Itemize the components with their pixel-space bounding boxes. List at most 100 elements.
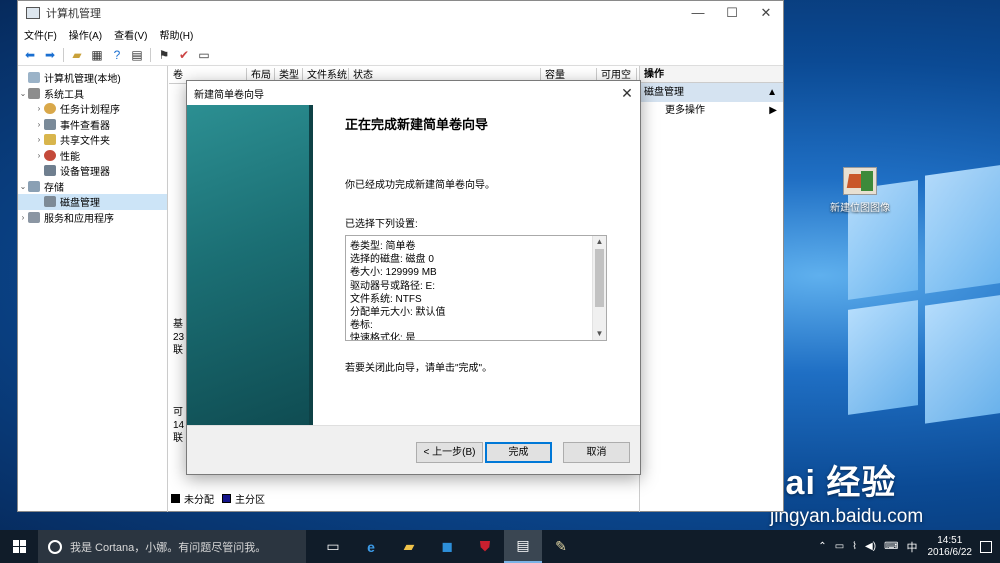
tree-item-system-tools[interactable]: ⌄ 系统工具 — [18, 86, 167, 102]
search-placeholder: 我是 Cortana，小娜。有问题尽管问我。 — [70, 541, 267, 554]
tree-item-services-apps[interactable]: › 服务和应用程序 — [18, 210, 167, 226]
chevron-right-icon[interactable]: › — [18, 213, 28, 222]
menu-help[interactable]: 帮助(H) — [159, 27, 193, 42]
tree-item-task-scheduler[interactable]: › 任务计划程序 — [18, 101, 167, 117]
window-titlebar[interactable]: 计算机管理 — ☐ ✕ — [18, 1, 783, 25]
desktop-icon-label: 新建位图图像 — [830, 203, 890, 214]
ime-indicator[interactable]: 中 — [907, 539, 918, 555]
tools-icon — [28, 87, 40, 99]
chevron-right-icon[interactable]: › — [34, 104, 44, 113]
cortana-search-box[interactable]: 我是 Cortana，小娜。有问题尽管问我。 — [38, 530, 306, 563]
primary-partition-swatch — [222, 494, 231, 503]
file-explorer-icon[interactable]: ▰ — [390, 530, 428, 563]
setting-filesystem: 文件系统: NTFS — [350, 293, 422, 305]
desktop-bitmap-icon[interactable]: 新建位图图像 — [828, 167, 892, 214]
computer-management-task-icon[interactable]: ▤ — [504, 530, 542, 563]
cortana-icon — [48, 539, 62, 554]
finish-button[interactable]: 完成 — [485, 442, 552, 463]
wizard-titlebar[interactable]: 新建简单卷向导 ✕ — [187, 81, 640, 105]
input-method-icon[interactable]: ⌨ — [884, 541, 898, 552]
tree-item-performance[interactable]: › 性能 — [18, 148, 167, 164]
collapse-up-icon[interactable]: ▲ — [767, 83, 777, 102]
help-icon[interactable]: ? — [110, 48, 124, 62]
tree-item-shared-folders[interactable]: › 共享文件夹 — [18, 132, 167, 148]
close-button[interactable]: ✕ — [749, 1, 783, 25]
computer-management-icon — [26, 7, 40, 19]
show-hidden-icons-icon[interactable]: ⌃ — [818, 541, 826, 552]
notification-center-icon[interactable] — [980, 540, 992, 553]
connect-icon[interactable]: ⚑ — [157, 48, 171, 62]
device-manager-icon — [44, 165, 56, 177]
settings-summary-box[interactable]: 卷类型: 简单卷 选择的磁盘: 磁盘 0 卷大小: 129999 MB 驱动器号… — [345, 235, 607, 341]
baidu-watermark: Bai 经验 jingyan.baidu.com — [760, 455, 1000, 528]
tree-item-storage[interactable]: ⌄ 存储 — [18, 179, 167, 195]
actions-more[interactable]: 更多操作 ▶ — [640, 102, 783, 120]
actions-section-disk-management[interactable]: 磁盘管理 ▲ — [640, 83, 783, 102]
chevron-down-icon[interactable]: ⌄ — [18, 89, 28, 98]
bitmap-image-icon — [843, 167, 877, 195]
tree-label: 存储 — [44, 182, 64, 194]
forward-arrow-icon[interactable]: ➡ — [43, 48, 57, 62]
show-hide-tree-icon[interactable]: ▦ — [90, 48, 104, 62]
battery-icon[interactable]: ▭ — [835, 541, 844, 552]
chevron-down-icon[interactable]: ⌄ — [18, 182, 28, 191]
tree-item-event-viewer[interactable]: › 事件查看器 — [18, 117, 167, 133]
toolbar: ⬅ ➡ ▰ ▦ ? ▤ ⚑ ✔ ▭ — [18, 44, 783, 66]
wizard-close-button[interactable]: ✕ — [614, 85, 640, 102]
chevron-right-icon[interactable]: › — [34, 120, 44, 129]
edge-icon[interactable]: e — [352, 530, 390, 563]
tree-label: 服务和应用程序 — [44, 213, 114, 225]
chevron-right-icon[interactable]: › — [34, 135, 44, 144]
store-icon[interactable]: ◼ — [428, 530, 466, 563]
volume-icon[interactable]: ◀) — [865, 541, 876, 552]
scroll-down-icon[interactable]: ▼ — [593, 328, 606, 340]
clock[interactable]: 14:51 2016/6/22 — [928, 535, 973, 559]
up-folder-icon[interactable]: ▰ — [70, 48, 84, 62]
setting-disk: 选择的磁盘: 磁盘 0 — [350, 254, 434, 266]
toolbar-separator — [150, 47, 151, 62]
paint-icon[interactable]: ✎ — [542, 530, 580, 563]
wizard-body: 正在完成新建简单卷向导 你已经成功完成新建简单卷向导。 已选择下列设置: 卷类型… — [345, 105, 615, 374]
task-view-icon[interactable]: ▭ — [314, 530, 352, 563]
watermark-url: jingyan.baidu.com — [770, 506, 924, 527]
tree-label: 计算机管理(本地) — [44, 74, 121, 86]
mcafee-icon[interactable]: ⛊ — [466, 530, 504, 563]
tree-item-device-manager[interactable]: 设备管理器 — [18, 163, 167, 179]
actions-pane: 操作 磁盘管理 ▲ 更多操作 ▶ — [639, 66, 783, 512]
chevron-right-icon[interactable]: › — [34, 151, 44, 160]
setting-drive-letter: 驱动器号或路径: E: — [350, 280, 436, 292]
setting-volume-type: 卷类型: 简单卷 — [350, 241, 416, 252]
back-arrow-icon[interactable]: ⬅ — [23, 48, 37, 62]
maximize-button[interactable]: ☐ — [715, 1, 749, 25]
view-icon[interactable]: ▭ — [197, 48, 211, 62]
start-button[interactable] — [0, 530, 38, 563]
minimize-button[interactable]: — — [681, 1, 715, 25]
window-title: 计算机管理 — [46, 8, 101, 20]
scroll-thumb[interactable] — [595, 249, 604, 307]
legend-primary: 主分区 — [235, 495, 265, 506]
toolbar-separator — [63, 47, 64, 62]
properties-icon[interactable]: ▤ — [130, 48, 144, 62]
network-icon[interactable]: ⌇ — [852, 541, 857, 552]
taskbar-apps: ▭ e ▰ ◼ ⛊ ▤ ✎ — [314, 530, 580, 563]
actions-section-label: 磁盘管理 — [644, 87, 684, 98]
tree-item-disk-management[interactable]: 磁盘管理 — [18, 194, 167, 210]
tree-item-root[interactable]: 计算机管理(本地) — [18, 70, 167, 86]
performance-icon — [44, 149, 56, 161]
disk-legend: 未分配 主分区 — [171, 491, 265, 506]
back-button[interactable]: < 上一步(B) — [416, 442, 483, 463]
legend-unallocated: 未分配 — [184, 495, 214, 506]
summary-scrollbar[interactable]: ▲ ▼ — [592, 236, 606, 340]
check-icon[interactable]: ✔ — [177, 48, 191, 62]
menu-file[interactable]: 文件(F) — [24, 27, 57, 42]
menu-view[interactable]: 查看(V) — [114, 27, 147, 42]
event-viewer-icon — [44, 118, 56, 130]
actions-header: 操作 — [640, 66, 783, 83]
cancel-button[interactable]: 取消 — [563, 442, 630, 463]
setting-allocation-unit: 分配单元大小: 默认值 — [350, 307, 446, 319]
tree-label: 共享文件夹 — [60, 136, 110, 148]
taskbar: 我是 Cortana，小娜。有问题尽管问我。 ▭ e ▰ ◼ ⛊ ▤ ✎ ⌃ ▭… — [0, 530, 1000, 563]
menu-action[interactable]: 操作(A) — [69, 27, 102, 42]
tree-label: 性能 — [60, 151, 80, 163]
scroll-up-icon[interactable]: ▲ — [593, 236, 606, 248]
